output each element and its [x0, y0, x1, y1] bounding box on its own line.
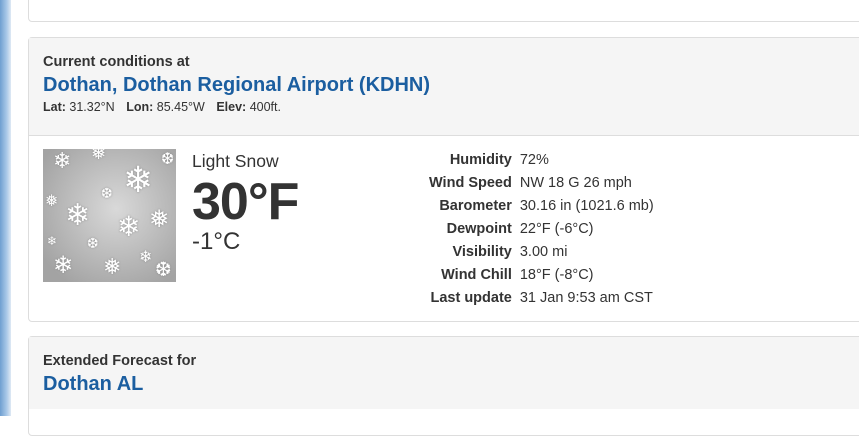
- extended-forecast-title: Extended Forecast for: [43, 353, 197, 369]
- current-conditions-panel: Current conditions at Dothan, Dothan Reg…: [28, 37, 859, 322]
- detail-value: 31 Jan 9:53 am CST: [519, 290, 653, 306]
- current-conditions-body: ❄ ❅ ❄ ❆ ❅ ❄ ❆ ❄ ❅ ❄ ❆ ❄ ❅ ❄ ❆ Light Snow…: [29, 136, 859, 321]
- current-conditions-title: Current conditions at: [43, 54, 190, 70]
- temperature-celsius: -1°C: [192, 228, 241, 255]
- detail-value: 3.00 mi: [519, 244, 568, 260]
- lat-label: Lat:: [43, 100, 66, 114]
- extended-forecast-panel: Extended Forecast for Dothan AL: [28, 336, 859, 436]
- detail-label: Humidity: [449, 152, 512, 168]
- detail-row-humidity: Humidity 72%: [429, 149, 654, 172]
- detail-label: Barometer: [439, 198, 512, 214]
- detail-value: 30.16 in (1021.6 mb): [519, 198, 654, 214]
- detail-value: 18°F (-8°C): [519, 267, 594, 283]
- detail-label: Wind Speed: [429, 175, 512, 191]
- elev-value: 400ft.: [249, 100, 281, 114]
- detail-label: Dewpoint: [446, 221, 512, 237]
- station-name[interactable]: Dothan, Dothan Regional Airport (KDHN): [43, 72, 853, 98]
- lon-label: Lon:: [126, 100, 154, 114]
- conditions-details-table: Humidity 72% Wind Speed NW 18 G 26 mph B…: [429, 149, 654, 310]
- window-left-edge: [0, 0, 11, 416]
- forecast-location[interactable]: Dothan AL: [43, 371, 853, 397]
- detail-row-visibility: Visibility 3.00 mi: [429, 241, 654, 264]
- detail-label: Last update: [430, 290, 512, 306]
- current-conditions-header: Current conditions at Dothan, Dothan Reg…: [29, 38, 859, 136]
- detail-value: 22°F (-6°C): [519, 221, 594, 237]
- detail-row-last-update: Last update 31 Jan 9:53 am CST: [429, 287, 654, 310]
- lat-value: 31.32°N: [69, 100, 115, 114]
- previous-panel: [28, 0, 859, 22]
- elev-label: Elev:: [216, 100, 247, 114]
- lon-value: 85.45°W: [156, 100, 205, 114]
- detail-value: 72%: [519, 152, 549, 168]
- condition-text: Light Snow: [192, 151, 279, 171]
- detail-value: NW 18 G 26 mph: [519, 175, 632, 191]
- light-snow-icon: ❄ ❅ ❄ ❆ ❅ ❄ ❆ ❄ ❅ ❄ ❆ ❄ ❅ ❄ ❆: [43, 149, 176, 282]
- current-summary: Light Snow 30°F -1°C: [192, 151, 299, 255]
- station-coordinates: Lat: 31.32°N Lon: 85.45°W Elev: 400ft.: [43, 100, 853, 114]
- detail-row-barometer: Barometer 30.16 in (1021.6 mb): [429, 195, 654, 218]
- detail-row-wind-chill: Wind Chill 18°F (-8°C): [429, 264, 654, 287]
- detail-row-dewpoint: Dewpoint 22°F (-6°C): [429, 218, 654, 241]
- detail-label: Wind Chill: [441, 267, 512, 283]
- detail-label: Visibility: [452, 244, 512, 260]
- extended-forecast-header: Extended Forecast for Dothan AL: [29, 337, 859, 409]
- temperature-fahrenheit: 30°F: [192, 173, 299, 231]
- detail-row-wind-speed: Wind Speed NW 18 G 26 mph: [429, 172, 654, 195]
